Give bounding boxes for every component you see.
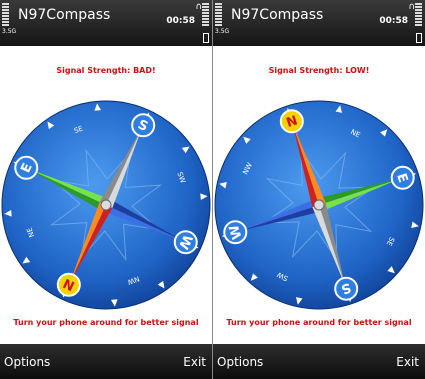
exit-softkey[interactable]: Exit [183,355,206,369]
compass-dial: NESESWNWNESW [1,100,211,310]
options-softkey[interactable]: Options [4,355,50,369]
status-bar: N97Compass ∩ 00:58 3.5G [0,0,212,46]
signal-bars-icon [2,3,9,27]
battery-bars-icon [415,3,422,27]
signal-strength-text: Signal Strength: LOW! [268,66,370,75]
battery-icon [203,33,209,43]
hint-text: Turn your phone around for better signal [13,318,199,327]
battery-icon [416,33,422,43]
clock: 00:58 [166,16,195,26]
network-label: 3.5G [2,28,17,35]
options-softkey[interactable]: Options [217,355,263,369]
softkey-bar: Options Exit [213,344,425,379]
signal-bars-icon [215,3,222,27]
headset-icon: ∩ [195,2,202,12]
softkey-bar: Options Exit [0,344,212,379]
exit-softkey[interactable]: Exit [396,355,419,369]
app-title: N97Compass [18,7,111,23]
app-title: N97Compass [231,7,324,23]
network-label: 3.5G [215,28,230,35]
status-bar: N97Compass ∩ 00:58 3.5G [213,0,425,46]
clock: 00:58 [379,16,408,26]
hint-text: Turn your phone around for better signal [226,318,412,327]
signal-strength-text: Signal Strength: BAD! [56,66,156,75]
battery-bars-icon [202,3,209,27]
phone-screen-right: N97Compass ∩ 00:58 3.5G Signal Strength:… [213,0,425,379]
compass-dial: NESESWNWNESW [214,100,424,310]
headset-icon: ∩ [408,2,415,12]
phone-screen-left: N97Compass ∩ 00:58 3.5G Signal Strength:… [0,0,212,379]
needle-pivot [100,199,112,211]
needle-pivot [313,199,325,211]
